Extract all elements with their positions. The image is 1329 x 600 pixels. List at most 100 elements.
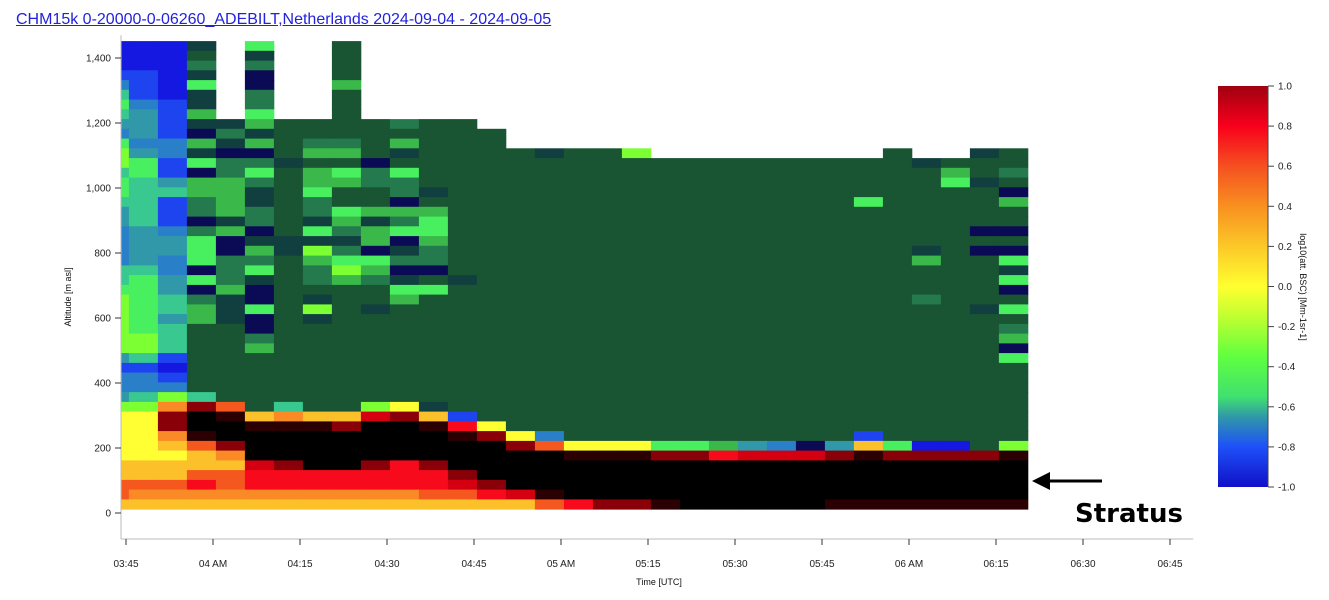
- heatmap-cell: [244, 109, 275, 120]
- x-tick-label: 04:45: [461, 559, 486, 570]
- heatmap-cell: [969, 284, 1000, 296]
- heatmap-cell: [157, 499, 188, 510]
- heatmap-cell: [273, 158, 304, 169]
- heatmap-cell: [940, 206, 971, 217]
- heatmap-cell: [447, 255, 478, 266]
- heatmap-cell: [476, 158, 507, 169]
- heatmap-cell: [476, 450, 507, 461]
- colorbar-tick-label: 0.4: [1278, 202, 1292, 213]
- heatmap-cell: [853, 294, 884, 305]
- heatmap-cell: [360, 128, 391, 139]
- heatmap-cell: [128, 470, 159, 481]
- heatmap-cell: [447, 353, 478, 364]
- heatmap-cell: [505, 265, 536, 276]
- heatmap-cell: [273, 177, 304, 188]
- heatmap-cell: [360, 206, 391, 217]
- heatmap-cell: [766, 343, 797, 354]
- heatmap-cell: [679, 479, 710, 491]
- heatmap-cell: [389, 489, 420, 500]
- heatmap-cell: [969, 372, 1000, 383]
- heatmap-cell: [505, 470, 536, 481]
- heatmap-cell: [650, 265, 681, 276]
- heatmap-cell: [534, 245, 565, 256]
- heatmap-cell: [476, 284, 507, 296]
- heatmap-cell: [563, 479, 594, 491]
- heatmap-cell: [331, 99, 362, 110]
- heatmap-cell: [737, 431, 768, 442]
- heatmap-cell: [853, 275, 884, 286]
- heatmap-cell: [273, 353, 304, 364]
- heatmap-cell: [534, 392, 565, 403]
- heatmap-cell: [186, 284, 217, 296]
- heatmap-cell: [331, 489, 362, 500]
- heatmap-cell: [120, 138, 130, 149]
- heatmap-cell: [592, 411, 623, 422]
- heatmap-cell: [882, 343, 913, 354]
- heatmap-cell: [447, 158, 478, 169]
- heatmap-cell: [621, 236, 652, 247]
- colorbar-title: log10(att. BSC) [Mm-1sr-1]: [1298, 233, 1308, 341]
- heatmap-cell: [476, 499, 507, 510]
- heatmap-cell: [911, 431, 942, 442]
- heatmap-cell: [418, 216, 449, 227]
- heatmap-cell: [708, 255, 739, 266]
- heatmap-cell: [331, 41, 362, 52]
- heatmap-cell: [795, 304, 826, 315]
- heatmap-cell: [447, 128, 478, 139]
- heatmap-cell: [215, 460, 246, 471]
- heatmap-cell: [331, 450, 362, 461]
- heatmap-cell: [795, 314, 826, 325]
- heatmap-cell: [940, 401, 971, 413]
- heatmap-cell: [911, 284, 942, 296]
- heatmap-cell: [563, 499, 594, 510]
- heatmap-cell: [911, 226, 942, 237]
- heatmap-cell: [128, 314, 159, 325]
- heatmap-cell: [824, 304, 855, 315]
- heatmap-cell: [244, 382, 275, 393]
- heatmap-cell: [708, 392, 739, 403]
- heatmap-cell: [824, 226, 855, 237]
- x-axis-title: Time [UTC]: [636, 577, 682, 587]
- heatmap-cell: [505, 333, 536, 344]
- heatmap-cell: [911, 177, 942, 188]
- heatmap-cell: [766, 167, 797, 178]
- y-tick-label: 800: [94, 249, 111, 260]
- heatmap-cell: [766, 314, 797, 325]
- heatmap-cell: [476, 304, 507, 315]
- heatmap-cell: [534, 440, 565, 452]
- heatmap-cell: [505, 479, 536, 491]
- heatmap-cell: [621, 216, 652, 227]
- heatmap-cell: [302, 470, 333, 481]
- heatmap-cell: [418, 499, 449, 510]
- heatmap-cell: [940, 460, 971, 471]
- heatmap-cell: [331, 470, 362, 481]
- heatmap-cell: [911, 314, 942, 325]
- heatmap-cell: [708, 489, 739, 500]
- heatmap-cell: [969, 314, 1000, 325]
- heatmap-cell: [476, 323, 507, 335]
- heatmap-cell: [331, 226, 362, 237]
- heatmap-cell: [120, 323, 130, 335]
- x-tick-label: 06:15: [983, 559, 1008, 570]
- heatmap-cell: [244, 421, 275, 432]
- heatmap-cell: [882, 167, 913, 178]
- heatmap-cell: [563, 489, 594, 500]
- heatmap-cell: [273, 372, 304, 383]
- heatmap-cell: [853, 206, 884, 217]
- heatmap-cell: [128, 411, 159, 422]
- heatmap-cell: [128, 489, 159, 500]
- heatmap-cell: [969, 255, 1000, 266]
- heatmap-cell: [244, 284, 275, 296]
- heatmap-cell: [186, 460, 217, 471]
- heatmap-cell: [418, 470, 449, 481]
- heatmap-cell: [592, 284, 623, 296]
- heatmap-cell: [389, 450, 420, 461]
- heatmap-cell: [360, 450, 391, 461]
- heatmap-cell: [592, 440, 623, 452]
- heatmap-cell: [389, 226, 420, 237]
- heatmap-cell: [969, 411, 1000, 422]
- heatmap-cell: [476, 245, 507, 256]
- heatmap-cell: [505, 294, 536, 305]
- heatmap-cell: [331, 128, 362, 139]
- heatmap-cell: [186, 411, 217, 422]
